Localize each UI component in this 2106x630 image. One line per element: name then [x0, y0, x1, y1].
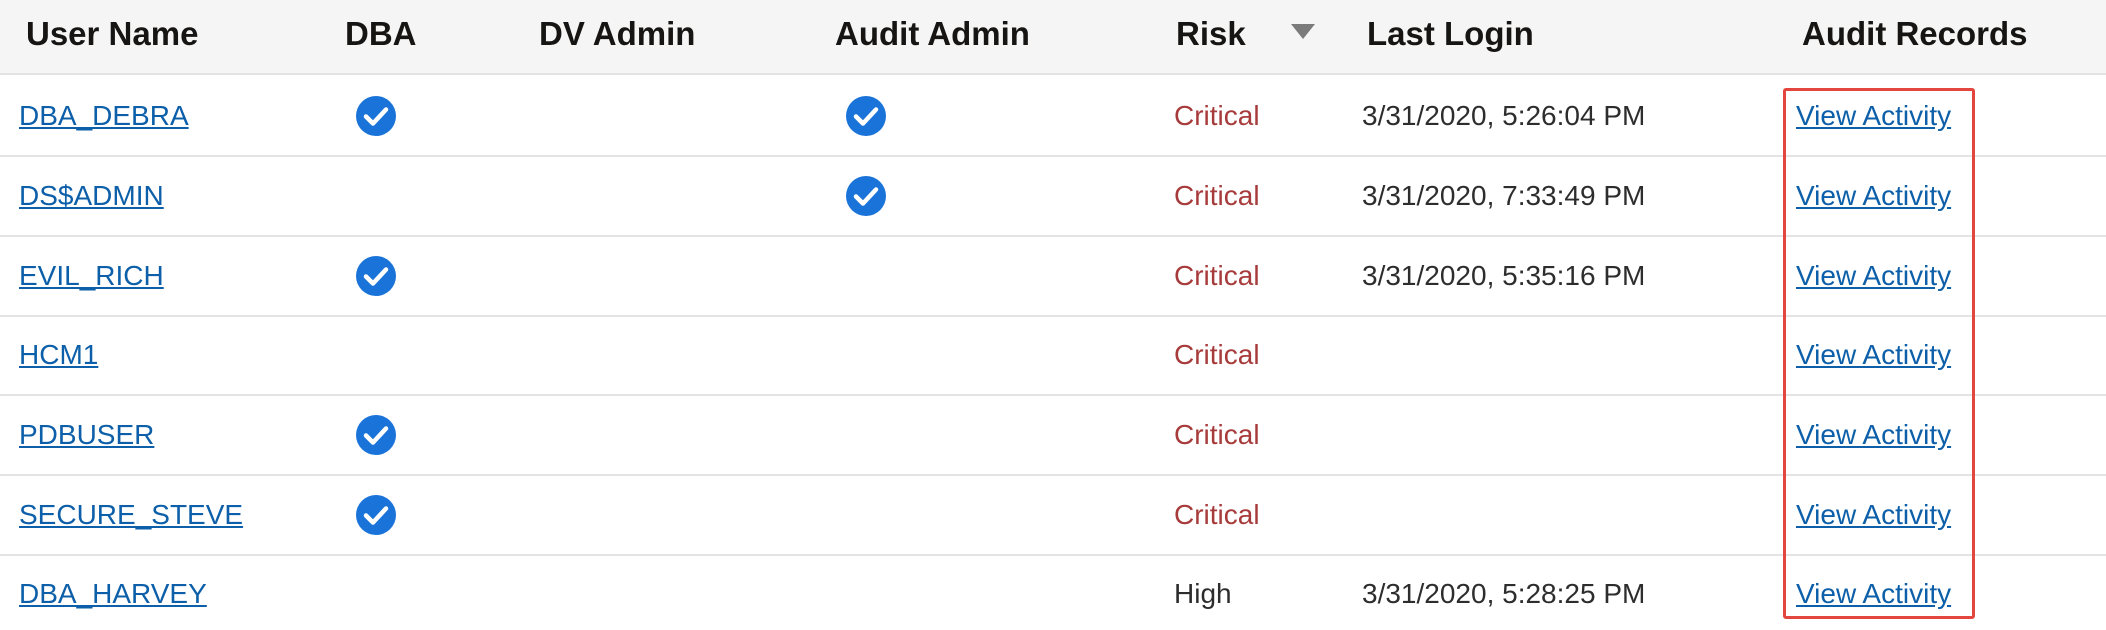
- risk-level: Critical: [1174, 499, 1260, 530]
- dba-check-icon: [355, 414, 397, 456]
- dba-check-icon: [355, 255, 397, 297]
- last-login-value: 3/31/2020, 7:33:49 PM: [1362, 180, 1646, 211]
- view-activity-link[interactable]: View Activity: [1796, 396, 1951, 474]
- table-row: HCM1 Critical View Activity: [0, 316, 2106, 396]
- view-activity-link[interactable]: View Activity: [1796, 476, 1951, 554]
- user-name-link[interactable]: DS$ADMIN: [19, 157, 164, 235]
- last-login-value: 3/31/2020, 5:28:25 PM: [1362, 578, 1646, 609]
- column-header-dv-admin[interactable]: DV Admin: [539, 0, 695, 73]
- view-activity-link[interactable]: View Activity: [1796, 77, 1951, 155]
- risk-level: Critical: [1174, 260, 1260, 291]
- view-activity-link[interactable]: View Activity: [1796, 237, 1951, 315]
- audit-admin-check-icon: [845, 95, 887, 137]
- user-name-link[interactable]: EVIL_RICH: [19, 237, 164, 315]
- users-table: User Name DBA DV Admin Audit Admin Risk …: [0, 0, 2106, 630]
- view-activity-link[interactable]: View Activity: [1796, 316, 1951, 394]
- sort-descending-icon[interactable]: [1291, 24, 1315, 39]
- dba-check-icon: [355, 494, 397, 536]
- user-name-link[interactable]: HCM1: [19, 316, 98, 394]
- user-name-link[interactable]: SECURE_STEVE: [19, 476, 243, 554]
- risk-level: Critical: [1174, 180, 1260, 211]
- table-row: SECURE_STEVE Critical View Activity: [0, 476, 2106, 556]
- user-name-link[interactable]: DBA_DEBRA: [19, 77, 189, 155]
- audit-admin-check-icon: [845, 175, 887, 217]
- column-header-audit-admin[interactable]: Audit Admin: [835, 0, 1030, 73]
- table-row: EVIL_RICH Critical 3/31/2020, 5:35:16 PM Vi…: [0, 237, 2106, 317]
- user-name-link[interactable]: PDBUSER: [19, 396, 154, 474]
- view-activity-link[interactable]: View Activity: [1796, 157, 1951, 235]
- risk-level: Critical: [1174, 419, 1260, 450]
- last-login-value: 3/31/2020, 5:26:04 PM: [1362, 100, 1646, 131]
- risk-level: High: [1174, 578, 1232, 609]
- view-activity-link[interactable]: View Activity: [1796, 555, 1951, 630]
- table-row: DS$ADMIN Critical 3/31/2020, 7:33:49 PM Vie…: [0, 157, 2106, 237]
- user-name-link[interactable]: DBA_HARVEY: [19, 555, 207, 630]
- column-header-last-login[interactable]: Last Login: [1367, 0, 1534, 73]
- table-row: PDBUSER Critical View Activity: [0, 396, 2106, 476]
- column-header-dba[interactable]: DBA: [345, 0, 417, 73]
- column-header-risk[interactable]: Risk: [1176, 0, 1246, 73]
- table-row: DBA_HARVEY High 3/31/2020, 5:28:25 PM View …: [0, 555, 2106, 630]
- column-header-user-name[interactable]: User Name: [26, 0, 198, 73]
- table-row: DBA_DEBRA Critical 3/31/2020, 5:26:04 PM Vi…: [0, 77, 2106, 157]
- risk-level: Critical: [1174, 100, 1260, 131]
- risk-level: Critical: [1174, 339, 1260, 370]
- last-login-value: 3/31/2020, 5:35:16 PM: [1362, 260, 1646, 291]
- dba-check-icon: [355, 95, 397, 137]
- column-header-audit-records[interactable]: Audit Records: [1802, 0, 2028, 73]
- table-header: User Name DBA DV Admin Audit Admin Risk …: [0, 0, 2106, 75]
